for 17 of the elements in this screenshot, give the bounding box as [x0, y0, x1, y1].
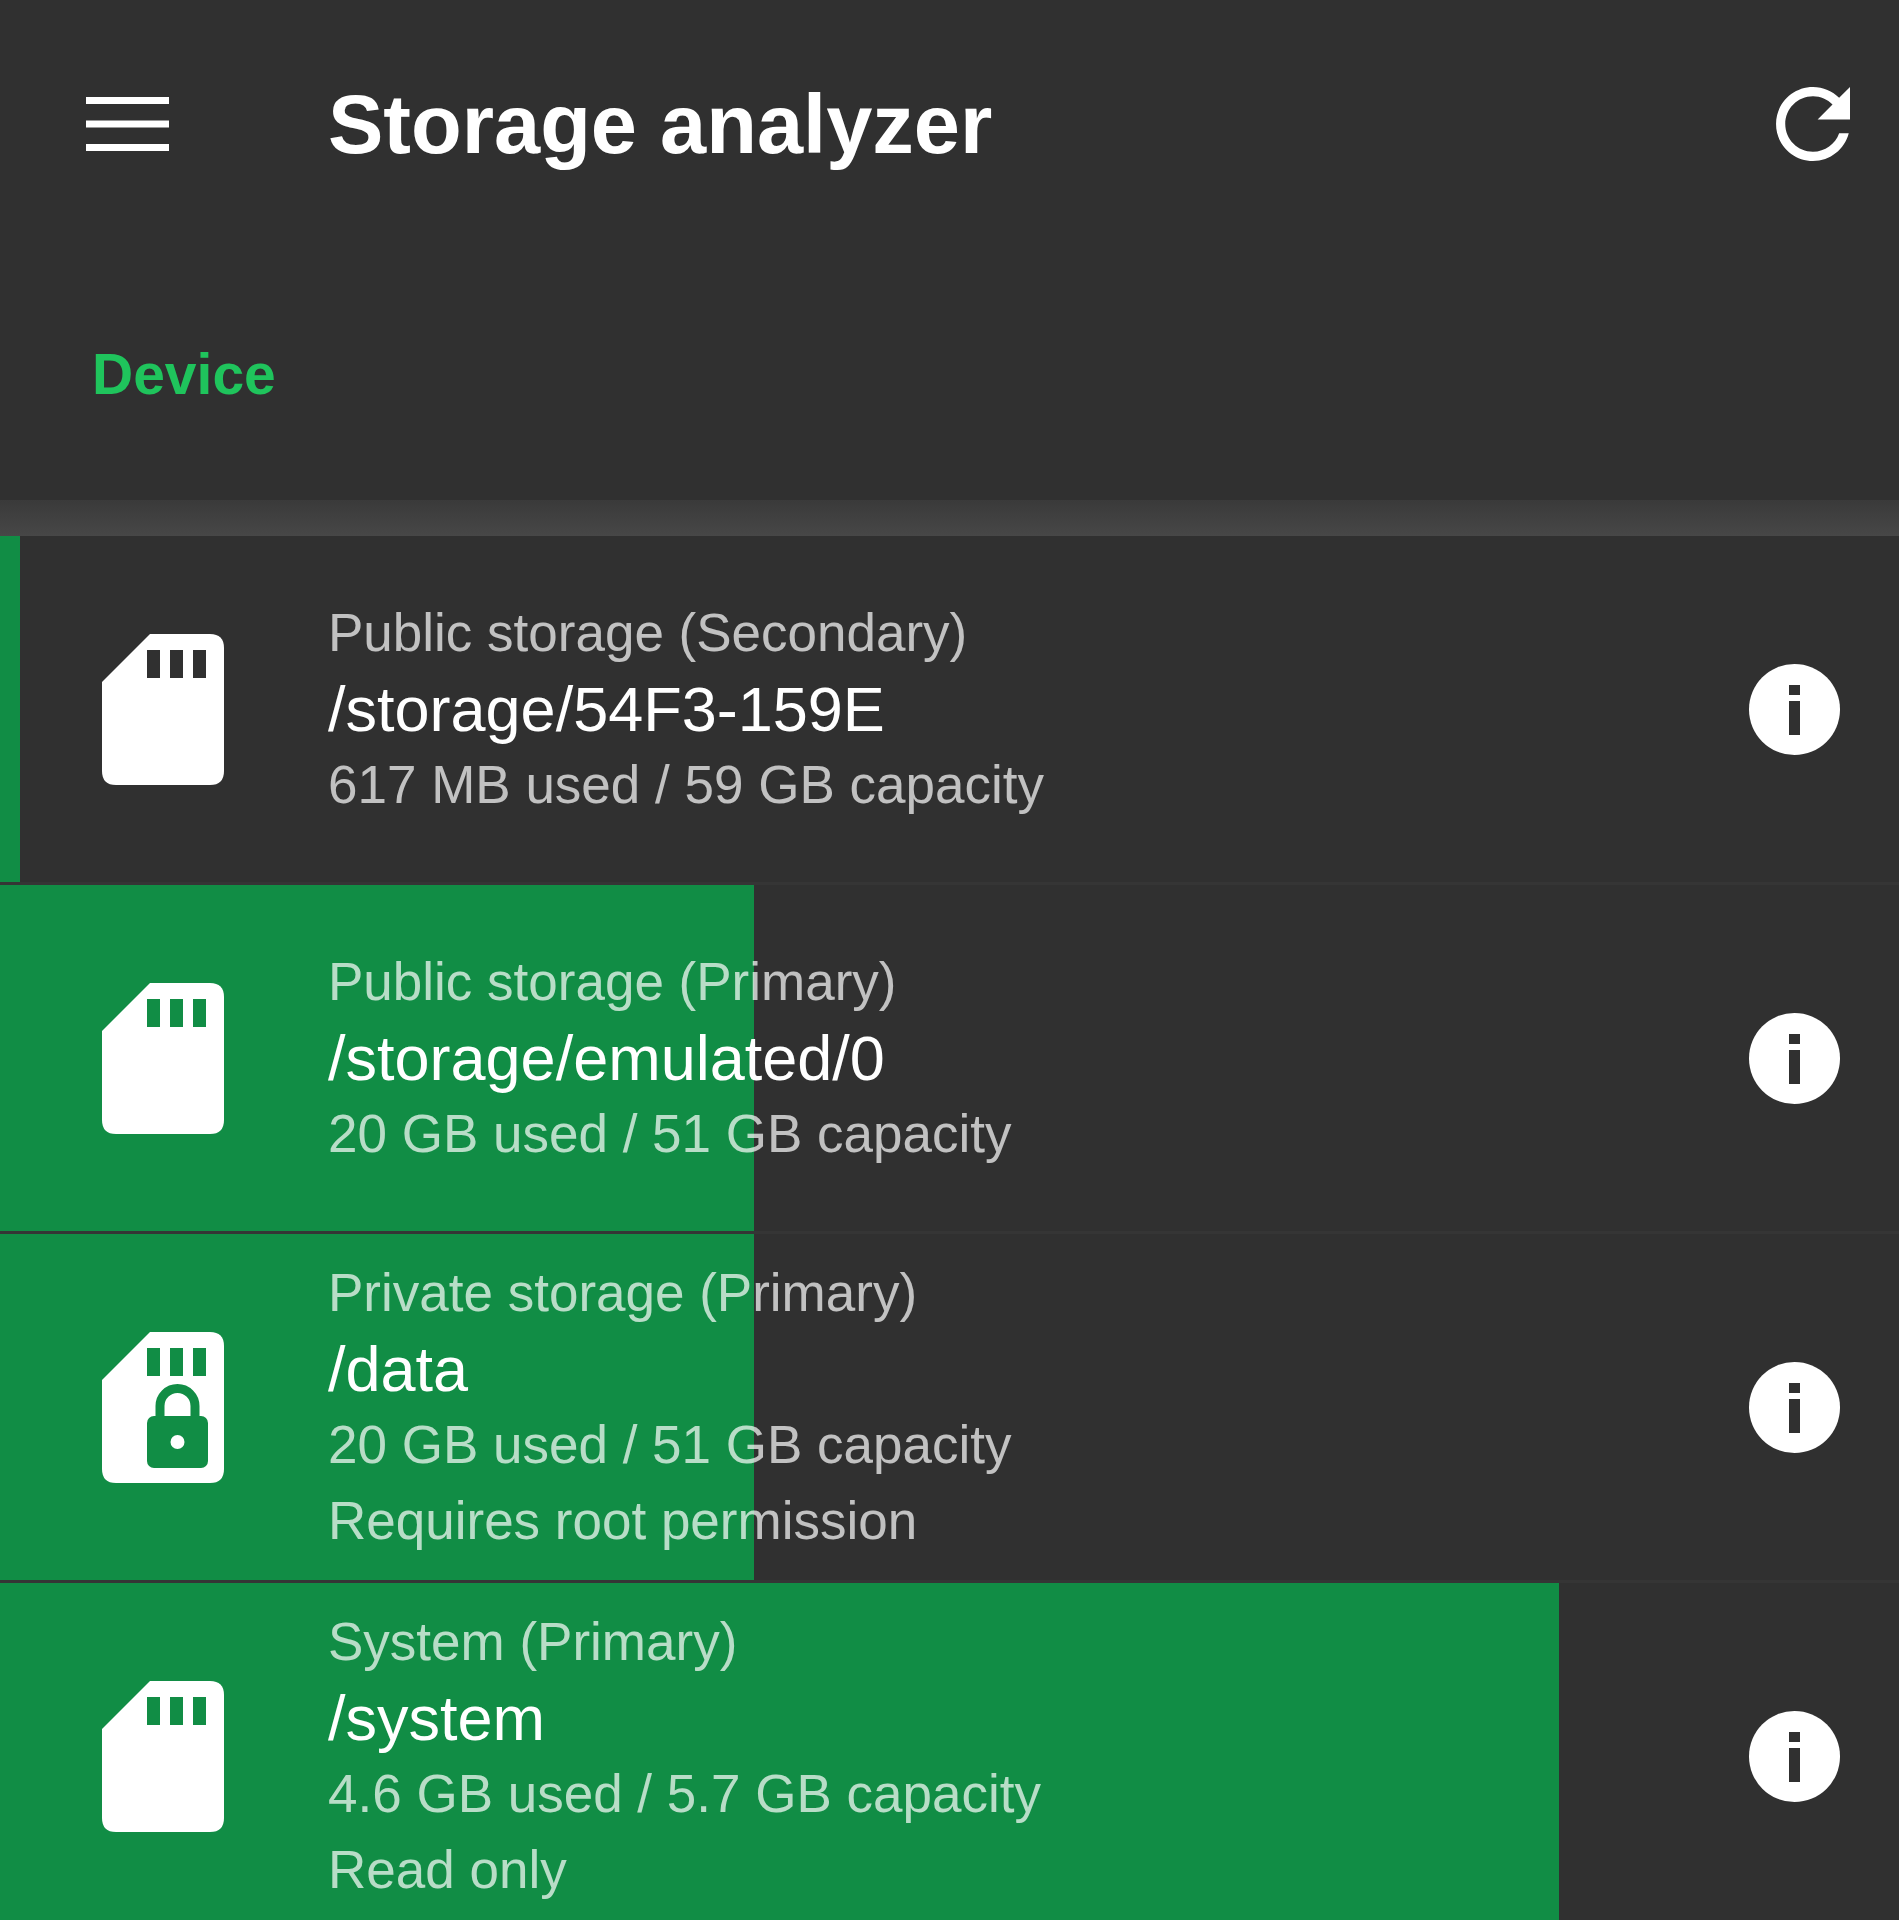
storage-path: /storage/54F3-159E — [328, 673, 885, 746]
usage-text: 20 GB used / 51 GB capacity — [328, 1103, 1012, 1165]
storage-type: Public storage (Secondary) — [328, 602, 968, 664]
storage-note: Requires root permission — [328, 1490, 918, 1552]
usage-text: 617 MB used / 59 GB capacity — [328, 754, 1044, 816]
storage-type: Public storage (Primary) — [328, 951, 897, 1013]
usage-text: 20 GB used / 51 GB capacity — [328, 1414, 1012, 1476]
storage-path: /storage/emulated/0 — [328, 1022, 885, 1095]
storage-type: Private storage (Primary) — [328, 1262, 918, 1324]
storage-path: /data — [328, 1333, 469, 1406]
storage-path: /system — [328, 1682, 546, 1755]
menu-icon[interactable] — [86, 97, 169, 151]
refresh-icon[interactable] — [1776, 87, 1850, 161]
tab[interactable]: Device — [92, 345, 276, 403]
storage-type: System (Primary) — [328, 1611, 738, 1673]
usage-text: 4.6 GB used / 5.7 GB capacity — [328, 1763, 1041, 1825]
storage-note: Read only — [328, 1839, 567, 1901]
